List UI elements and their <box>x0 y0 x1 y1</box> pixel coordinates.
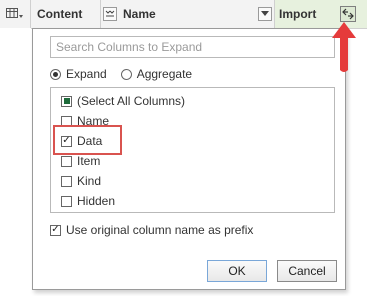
expand-columns-icon <box>342 8 354 20</box>
list-item[interactable]: (Select All Columns) <box>61 92 185 110</box>
item-checkbox[interactable] <box>61 155 72 167</box>
prefix-option[interactable]: ✓ Use original column name as prefix <box>50 223 253 237</box>
table-menu-button[interactable] <box>0 0 31 28</box>
prefix-checkbox[interactable]: ✓ <box>50 224 61 236</box>
aggregate-radio-label[interactable]: Aggregate <box>137 67 192 81</box>
expand-columns-popup: Expand Aggregate (Select All Columns) Na… <box>32 28 346 290</box>
prefix-label: Use original column name as prefix <box>66 223 254 237</box>
ok-button[interactable]: OK <box>207 260 267 282</box>
callout-arrow-icon <box>332 22 356 72</box>
cancel-button[interactable]: Cancel <box>277 260 337 282</box>
search-columns-input[interactable] <box>50 36 335 58</box>
column-header-content-label: Content <box>37 7 83 21</box>
name-filter-button[interactable] <box>258 7 272 21</box>
list-item-label: Hidden <box>77 194 116 208</box>
filter-dropdown-icon <box>261 11 269 16</box>
list-item-label: (Select All Columns) <box>77 94 186 108</box>
column-header-row: Content Name Import <box>0 0 367 29</box>
partial-check-mark <box>63 98 70 104</box>
hidden-checkbox[interactable] <box>61 195 72 207</box>
radio-selected-dot <box>53 71 58 77</box>
list-item-label: Item <box>77 154 101 168</box>
column-header-import-label: Import <box>279 7 317 21</box>
expand-radio-label[interactable]: Expand <box>66 67 107 81</box>
highlight-box <box>53 125 122 155</box>
select-all-checkbox[interactable] <box>61 95 72 107</box>
list-item-label: Kind <box>77 174 102 188</box>
aggregate-radio[interactable] <box>120 68 132 80</box>
list-item[interactable]: Hidden <box>61 192 115 210</box>
mode-radio-group: Expand Aggregate <box>50 67 206 81</box>
table-icon <box>6 8 23 18</box>
column-header-name-label: Name <box>123 7 156 21</box>
list-item[interactable]: Kind <box>61 172 101 190</box>
expand-radio[interactable] <box>50 68 61 80</box>
kind-checkbox[interactable] <box>61 175 72 187</box>
row-strip <box>0 28 31 296</box>
column-header-content[interactable]: Content <box>31 0 101 28</box>
column-header-name[interactable]: Name <box>101 0 275 28</box>
